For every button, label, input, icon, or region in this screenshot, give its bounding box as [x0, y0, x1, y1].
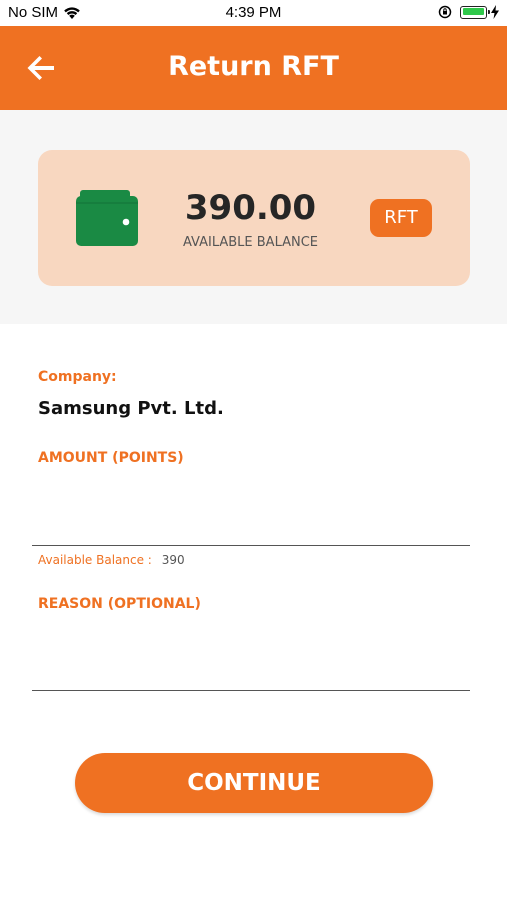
company-label: Company:: [38, 369, 117, 385]
status-bar: No SIM 4:39 PM: [0, 0, 507, 26]
balance-card: 390.00 AVAILABLE BALANCE RFT: [38, 150, 470, 286]
status-time: 4:39 PM: [225, 4, 282, 21]
available-balance-value: 390: [161, 553, 185, 567]
balance-label: AVAILABLE BALANCE: [182, 235, 319, 250]
reason-input[interactable]: [32, 651, 470, 691]
company-value: Samsung Pvt. Ltd.: [38, 398, 224, 419]
wallet-icon: [76, 190, 138, 246]
reason-label: REASON (OPTIONAL): [38, 596, 201, 612]
amount-label: AMOUNT (POINTS): [38, 450, 184, 466]
app-bar: Return RFT: [0, 26, 507, 110]
charging-icon: [491, 5, 499, 19]
continue-button[interactable]: CONTINUE: [75, 753, 433, 813]
rft-badge: RFT: [370, 199, 432, 237]
amount-input[interactable]: [32, 506, 470, 546]
balance-amount: 390.00: [184, 188, 317, 228]
available-balance-label: Available Balance :: [38, 553, 152, 567]
balance-section: 390.00 AVAILABLE BALANCE RFT: [0, 110, 507, 324]
orientation-lock-icon: [438, 5, 452, 19]
battery-icon: [460, 5, 490, 19]
available-balance-row: Available Balance : 390: [38, 553, 185, 567]
page-title: Return RFT: [168, 51, 339, 82]
status-bar-right: [438, 5, 499, 19]
